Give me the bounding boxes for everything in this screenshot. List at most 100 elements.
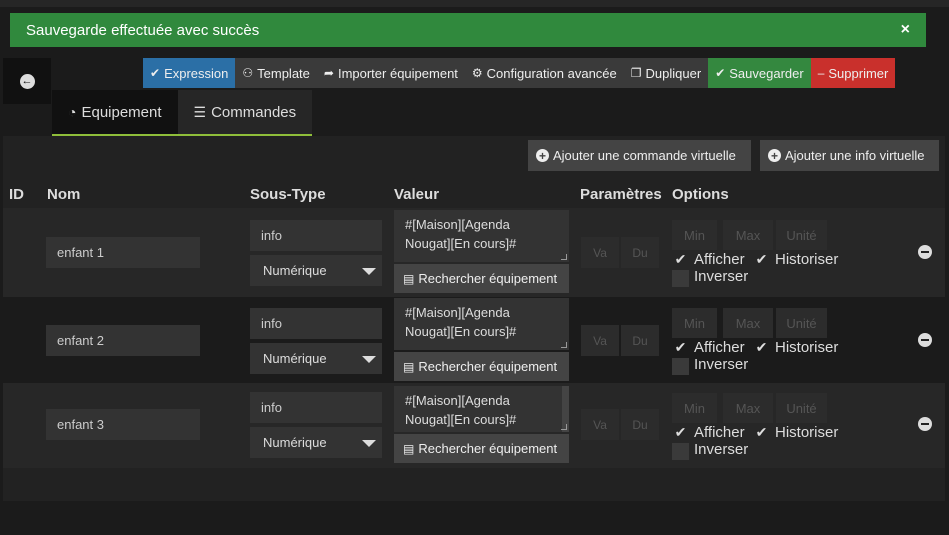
resize-handle-icon[interactable] (561, 424, 567, 430)
inverser-label: Inverser (694, 268, 749, 285)
resize-handle-icon[interactable] (561, 342, 567, 348)
afficher-checkbox[interactable]: ✔ Afficher (672, 251, 745, 268)
param-va-input[interactable]: Va (581, 237, 619, 268)
inverser-checkbox[interactable] (672, 443, 689, 460)
import-equipment-button[interactable]: ➦ Importer équipement (316, 58, 465, 88)
search-equipment-label: Rechercher équipement (418, 441, 558, 456)
expression-button[interactable]: ✔ Expression (143, 58, 236, 88)
historiser-checkbox[interactable]: ✔ Historiser (753, 339, 839, 356)
historiser-label: Historiser (775, 339, 839, 356)
add-virtual-info-button[interactable]: + Ajouter une info virtuelle (760, 140, 939, 171)
min-input[interactable]: Min (672, 393, 717, 423)
success-alert: Sauvegarde effectuée avec succès × (10, 13, 926, 47)
header-valeur: Valeur (394, 186, 440, 203)
duplicate-button[interactable]: ❐ Dupliquer (623, 58, 709, 88)
historiser-checkbox[interactable]: ✔ Historiser (753, 424, 839, 441)
inverser-checkbox[interactable] (672, 270, 689, 287)
close-icon[interactable]: × (901, 21, 910, 39)
duplicate-label: Dupliquer (645, 65, 702, 81)
type-input[interactable]: info (250, 220, 382, 251)
param-va-input[interactable]: Va (581, 325, 619, 356)
search-equipment-button[interactable]: ▤ Rechercher équipement (394, 352, 569, 381)
tab-equipement[interactable]: ◔ Equipement (52, 90, 178, 136)
subtype-select[interactable]: Numérique (250, 427, 382, 458)
cubes-icon: ⚇ (242, 66, 254, 80)
param-du-input[interactable]: Du (621, 237, 659, 268)
alert-message: Sauvegarde effectuée avec succès (26, 21, 260, 39)
value-textarea[interactable]: #[Maison][Agenda Nougat][En cours]# (394, 210, 569, 262)
template-button[interactable]: ⚇ Template (235, 58, 317, 88)
inverser-label: Inverser (694, 441, 749, 458)
delete-button[interactable]: – Supprimer (810, 58, 896, 88)
subtype-select[interactable]: Numérique (250, 343, 382, 374)
subtype-value: Numérique (263, 351, 327, 366)
subtype-select[interactable]: Numérique (250, 255, 382, 286)
historiser-checkbox[interactable]: ✔ Historiser (753, 251, 839, 268)
back-button[interactable]: ← (3, 58, 51, 104)
historiser-label: Historiser (775, 251, 839, 268)
historiser-label: Historiser (775, 424, 839, 441)
copy-icon: ❐ (630, 66, 642, 80)
list-alt-icon: ▤ (403, 359, 415, 374)
header-options: Options (672, 186, 729, 203)
toolbar: ✔ Expression ⚇ Template ➦ Importer équip… (143, 58, 896, 88)
delete-label: Supprimer (828, 65, 889, 81)
value-textarea[interactable]: #[Maison][Agenda Nougat][En cours]# (394, 298, 569, 350)
top-strip (0, 0, 949, 7)
name-input[interactable]: enfant 1 (46, 237, 200, 268)
type-input[interactable]: info (250, 308, 382, 339)
afficher-label: Afficher (694, 339, 745, 356)
remove-row-icon[interactable] (918, 245, 932, 259)
subtype-value: Numérique (263, 435, 327, 450)
min-input[interactable]: Min (672, 308, 717, 338)
value-line: Nougat][En cours]# (405, 236, 517, 251)
search-equipment-label: Rechercher équipement (418, 359, 558, 374)
unit-input[interactable]: Unité (776, 220, 827, 250)
search-equipment-button[interactable]: ▤ Rechercher équipement (394, 434, 569, 463)
template-label: Template (257, 65, 310, 81)
header-sous-type: Sous-Type (250, 186, 326, 203)
tab-commandes[interactable]: ☰ Commandes (177, 90, 313, 136)
max-input[interactable]: Max (723, 308, 773, 338)
header-nom: Nom (47, 186, 81, 203)
check-icon: ✔ (755, 424, 768, 440)
name-input[interactable]: enfant 3 (46, 409, 200, 440)
name-input[interactable]: enfant 2 (46, 325, 200, 356)
unit-input[interactable]: Unité (776, 393, 827, 423)
minus-circle-icon: – (817, 66, 825, 80)
param-du-input[interactable]: Du (621, 409, 659, 440)
max-input[interactable]: Max (723, 220, 773, 250)
value-textarea[interactable]: #[Maison][Agenda Nougat][En cours]# (394, 386, 569, 432)
search-equipment-button[interactable]: ▤ Rechercher équipement (394, 264, 569, 293)
afficher-label: Afficher (694, 251, 745, 268)
afficher-checkbox[interactable]: ✔ Afficher (672, 339, 745, 356)
header-id: ID (9, 186, 24, 203)
remove-row-icon[interactable] (918, 417, 932, 431)
type-input[interactable]: info (250, 392, 382, 423)
remove-row-icon[interactable] (918, 333, 932, 347)
check-icon: ✔ (755, 251, 768, 267)
list-icon: ☰ (193, 103, 207, 120)
tab-equipement-label: Equipement (81, 103, 162, 121)
save-button[interactable]: ✔ Sauvegarder (708, 58, 811, 88)
param-va-input[interactable]: Va (581, 409, 619, 440)
resize-handle-icon[interactable] (561, 254, 567, 260)
caret-down-icon (362, 355, 376, 363)
check-icon: ✔ (674, 339, 687, 355)
advanced-config-button[interactable]: ⚙ Configuration avancée (464, 58, 624, 88)
check-icon: ✔ (674, 424, 687, 440)
unit-input[interactable]: Unité (776, 308, 827, 338)
afficher-checkbox[interactable]: ✔ Afficher (672, 424, 745, 441)
inverser-checkbox[interactable] (672, 358, 689, 375)
add-virtual-command-label: Ajouter une commande virtuelle (553, 148, 736, 163)
list-alt-icon: ▤ (403, 271, 415, 286)
caret-down-icon (362, 267, 376, 275)
subtype-value: Numérique (263, 263, 327, 278)
expression-label: Expression (164, 65, 229, 81)
share-icon: ➦ (323, 66, 334, 80)
param-du-input[interactable]: Du (621, 325, 659, 356)
max-input[interactable]: Max (723, 393, 773, 423)
min-input[interactable]: Min (672, 220, 717, 250)
add-virtual-command-button[interactable]: + Ajouter une commande virtuelle (528, 140, 751, 171)
cogs-icon: ⚙ (471, 66, 483, 80)
